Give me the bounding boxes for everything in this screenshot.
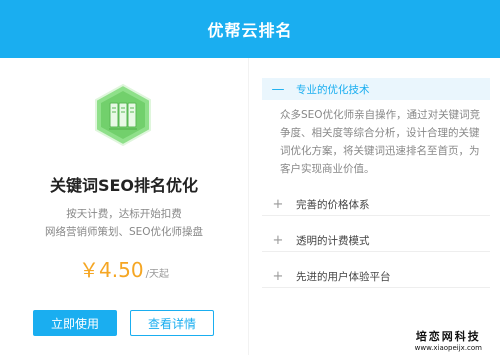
product-card: 关键词SEO排名优化 按天计费，达标开始扣费 网络营销师策划、SEO优化师操盘 …: [0, 58, 248, 355]
plus-icon: +: [272, 197, 284, 212]
product-desc-team: 网络营销师策划、SEO优化师操盘: [44, 226, 204, 238]
accordion-item-tech[interactable]: — 专业的优化技术: [262, 78, 490, 100]
watermark: 培恋网科技 www.xiaopeijx.com: [415, 328, 482, 352]
accordion-item-label: 透明的计费模式: [296, 235, 370, 247]
accordion-item-platform[interactable]: + 先进的用户体验平台: [262, 266, 490, 288]
use-now-button[interactable]: 立即使用: [33, 310, 117, 336]
watermark-url: www.xiaopeijx.com: [414, 344, 482, 352]
product-desc-billing: 按天计费，达标开始扣费: [66, 208, 182, 220]
watermark-name: 培恋网科技: [415, 330, 481, 343]
accordion-item-label: 完善的价格体系: [296, 199, 370, 211]
plus-icon: +: [272, 269, 284, 284]
page-title: 优帮云排名: [207, 21, 293, 40]
accordion-item-price[interactable]: + 完善的价格体系: [262, 194, 490, 216]
divider: [248, 58, 249, 355]
accordion-body: 众多SEO优化师亲自操作，通过对关键词竞争度、相关度等综合分析，设计合理的关键词…: [280, 109, 481, 175]
header-bar: 优帮云排名: [0, 0, 500, 58]
view-details-button[interactable]: 查看详情: [130, 310, 214, 336]
price: ￥4.50/天起: [0, 254, 248, 283]
accordion-item-label: 专业的优化技术: [296, 83, 370, 96]
server-icon: [95, 83, 151, 147]
features-accordion: — 专业的优化技术 众多SEO优化师亲自操作，通过对关键词竞争度、相关度等综合分…: [262, 78, 490, 288]
accordion-item-billing[interactable]: + 透明的计费模式: [262, 230, 490, 252]
minus-icon: —: [271, 81, 285, 97]
accordion-item-label: 先进的用户体验平台: [296, 271, 391, 283]
plus-icon: +: [272, 233, 284, 248]
price-unit: /天起: [145, 269, 169, 280]
price-amount: ￥4.50: [79, 258, 144, 282]
product-title: 关键词SEO排名优化: [49, 176, 199, 195]
